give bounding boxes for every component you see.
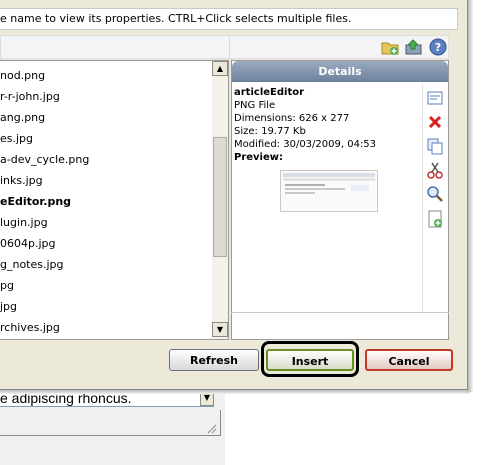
insert-button[interactable]: Insert <box>266 349 354 371</box>
file-list-item[interactable]: es.jpg <box>0 129 212 149</box>
svg-text:?: ? <box>435 41 441 54</box>
details-header: Details <box>232 61 448 82</box>
details-file-name: articleEditor <box>234 87 305 98</box>
scrollbar-thumb[interactable] <box>213 137 227 257</box>
file-list-item[interactable]: lugin.jpg <box>0 213 212 233</box>
resize-grip-icon[interactable] <box>205 422 217 434</box>
upload-icon[interactable] <box>404 37 424 57</box>
cut-icon[interactable] <box>425 160 445 180</box>
underlying-textarea[interactable] <box>0 410 221 436</box>
file-list-item-selected[interactable]: eEditor.png <box>0 192 212 212</box>
file-list-toolbar <box>0 35 230 59</box>
refresh-button[interactable]: Refresh <box>169 349 259 371</box>
preview-image <box>280 170 378 212</box>
help-icon[interactable]: ? <box>428 37 448 57</box>
cancel-button[interactable]: Cancel <box>365 349 453 371</box>
file-list-item[interactable]: jpg <box>0 297 212 317</box>
dialog-shadow <box>468 0 473 392</box>
details-modified: Modified: 30/03/2009, 04:53 <box>234 139 377 150</box>
file-list-item[interactable]: a-dev_cycle.png <box>0 150 212 170</box>
file-list[interactable]: nod.png r-r-john.jpg ang.png es.jpg a-de… <box>0 60 229 340</box>
file-list-item[interactable]: rchives.jpg <box>0 318 212 338</box>
new-folder-icon[interactable] <box>380 37 400 57</box>
details-dimensions: Dimensions: 626 x 277 <box>234 113 350 124</box>
file-list-item[interactable]: inks.jpg <box>0 171 212 191</box>
details-file-type: PNG File <box>234 100 276 111</box>
instruction-text: e name to view its properties. CTRL+Clic… <box>0 12 352 25</box>
delete-icon[interactable] <box>425 112 445 132</box>
dialog-shadow <box>0 390 470 394</box>
file-list-item[interactable]: ang.png <box>0 108 212 128</box>
zoom-icon[interactable] <box>425 184 445 204</box>
copy-icon[interactable] <box>425 136 445 156</box>
scroll-up-icon[interactable]: ▲ <box>212 61 228 76</box>
file-list-item[interactable]: 0604p.jpg <box>0 234 212 254</box>
file-list-item[interactable]: pg <box>0 276 212 296</box>
insert-into-editor-icon[interactable] <box>425 88 445 108</box>
details-size: Size: 19.77 Kb <box>234 126 306 137</box>
details-separator <box>231 312 449 313</box>
file-list-item[interactable]: g_notes.jpg <box>0 255 212 275</box>
paste-icon[interactable] <box>425 209 445 229</box>
scroll-down-icon[interactable]: ▼ <box>212 322 228 337</box>
details-preview-label: Preview: <box>234 152 284 163</box>
file-list-item[interactable]: nod.png <box>0 66 212 86</box>
file-list-item[interactable]: r-r-john.jpg <box>0 87 212 107</box>
dialog-top <box>0 0 460 8</box>
